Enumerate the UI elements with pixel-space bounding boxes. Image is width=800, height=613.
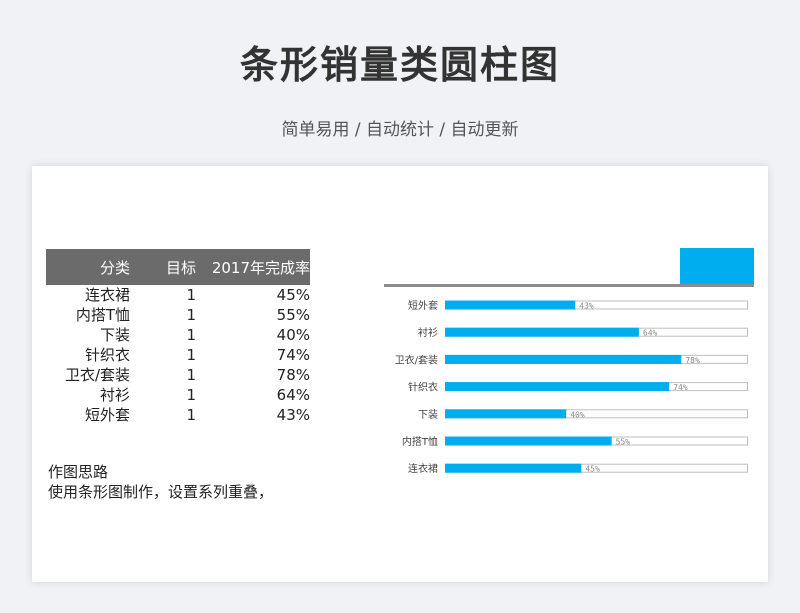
cell-category: 下装 [99,326,130,344]
notes-block: 作图思路 使用条形图制作，设置系列重叠， [48,462,273,502]
category-label: 内搭T恤 [402,435,438,448]
cell-rate: 40% [276,326,310,344]
cell-target: 1 [186,346,196,364]
header-category: 分类 [46,249,130,285]
content-card: 分类 目标 2017年完成率 连衣裙 1 45% 内搭T恤 1 55% 下装 1… [32,166,768,582]
page-title: 条形销量类圆柱图 [239,43,560,87]
header-target: 目标 [130,249,196,285]
notes-body: 使用条形图制作，设置系列重叠， [48,483,274,501]
table-row: 针织衣 1 74% [46,345,310,365]
table-row: 卫衣/套装 1 78% [46,365,310,385]
cell-target: 1 [186,326,196,344]
table-row: 内搭T恤 1 55% [46,305,310,325]
actual-bar [445,463,582,473]
cell-target: 1 [186,286,196,304]
actual-bar [445,382,670,392]
category-label: 短外套 [408,299,438,312]
table-row: 短外套 1 43% [46,405,310,425]
actual-bar [445,436,612,446]
data-label: 55% [616,438,631,447]
header-completion-rate: 2017年完成率 [196,249,310,285]
actual-bar [445,354,682,364]
actual-bar [445,327,639,337]
table-row: 连衣裙 1 45% [46,285,310,305]
data-label: 40% [570,410,585,419]
data-label: 43% [579,302,594,311]
cell-category: 连衣裙 [84,286,130,304]
cell-target: 1 [186,366,196,384]
cell-target: 1 [186,306,196,324]
cell-category: 针织衣 [84,346,130,364]
data-label: 78% [685,356,700,365]
table-header-row: 分类 目标 2017年完成率 [46,249,310,285]
cell-rate: 74% [276,346,310,364]
bar-chart: 短外套 43% 衬衫 64% 卫衣/套装 78% 针织衣 74% 下装 40% 内搭T恤 55% 连衣裙… [384,248,754,475]
cell-target: 1 [186,386,196,404]
data-label: 45% [585,465,600,474]
chart-header-block [680,248,754,285]
cell-category: 短外套 [84,406,130,424]
category-label: 针织衣 [408,381,438,394]
cell-category: 卫衣/套装 [64,366,130,384]
data-label: 74% [673,383,688,392]
cell-category: 内搭T恤 [75,306,130,324]
cell-target: 1 [186,406,196,424]
chart-top-rule [384,284,754,287]
table-row: 下装 1 40% [46,325,310,345]
cell-category: 衬衫 [99,386,130,404]
cell-rate: 45% [276,286,310,304]
cell-rate: 55% [276,306,310,324]
actual-bar [445,300,576,310]
page-subtitle: 简单易用 / 自动统计 / 自动更新 [281,120,519,140]
data-label: 64% [643,329,658,338]
data-table: 分类 目标 2017年完成率 连衣裙 1 45% 内搭T恤 1 55% 下装 1… [46,249,310,425]
cell-rate: 43% [276,406,310,424]
actual-bar [445,409,567,419]
category-label: 下装 [418,408,438,421]
table-row: 衬衫 1 64% [46,385,310,405]
notes-heading: 作图思路 [48,463,109,481]
cell-rate: 78% [276,366,310,384]
category-label: 卫衣/套装 [395,353,438,366]
category-label: 衬衫 [418,326,438,339]
category-label: 连衣裙 [408,462,438,475]
cell-rate: 64% [276,386,310,404]
